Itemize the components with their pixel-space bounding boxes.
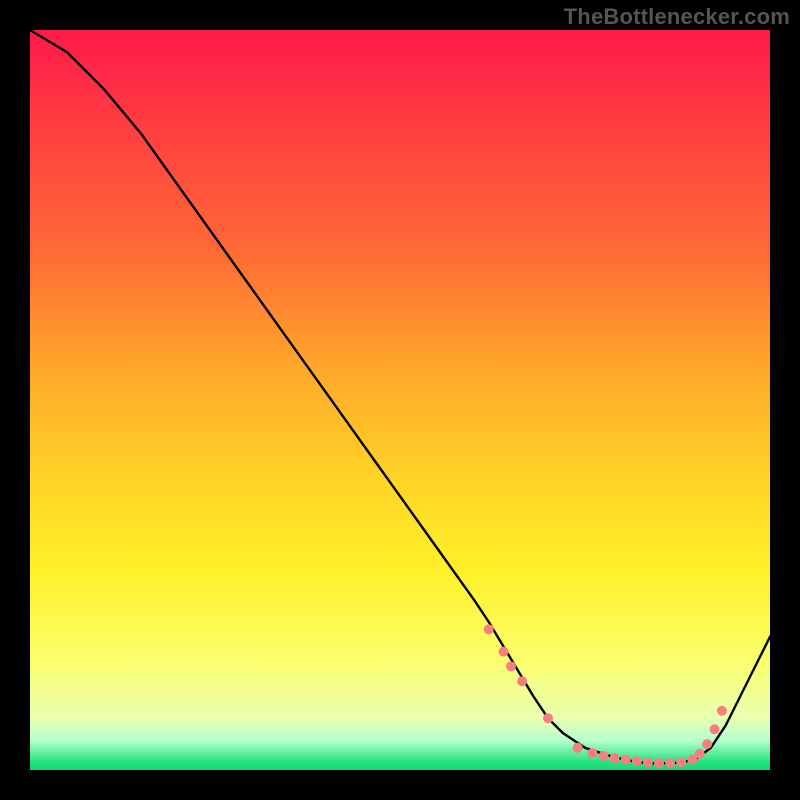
data-point <box>717 706 727 716</box>
marked-points-group <box>484 624 727 768</box>
data-point <box>621 755 631 765</box>
data-point <box>499 647 509 657</box>
data-point <box>676 757 686 767</box>
data-point <box>506 661 516 671</box>
data-point <box>599 751 609 761</box>
data-point <box>702 739 712 749</box>
data-point <box>484 624 494 634</box>
attribution-label: TheBottlenecker.com <box>564 4 790 30</box>
plot-area <box>30 30 770 770</box>
data-point <box>587 748 597 758</box>
data-point <box>695 749 705 759</box>
data-point <box>643 757 653 767</box>
chart-svg <box>30 30 770 770</box>
data-point <box>632 756 642 766</box>
data-point <box>610 753 620 763</box>
data-point <box>654 758 664 768</box>
chart-frame: TheBottlenecker.com <box>0 0 800 800</box>
data-point <box>710 724 720 734</box>
data-point <box>665 758 675 768</box>
data-point <box>517 676 527 686</box>
bottleneck-curve <box>30 30 770 763</box>
data-point <box>543 713 553 723</box>
data-point <box>573 743 583 753</box>
